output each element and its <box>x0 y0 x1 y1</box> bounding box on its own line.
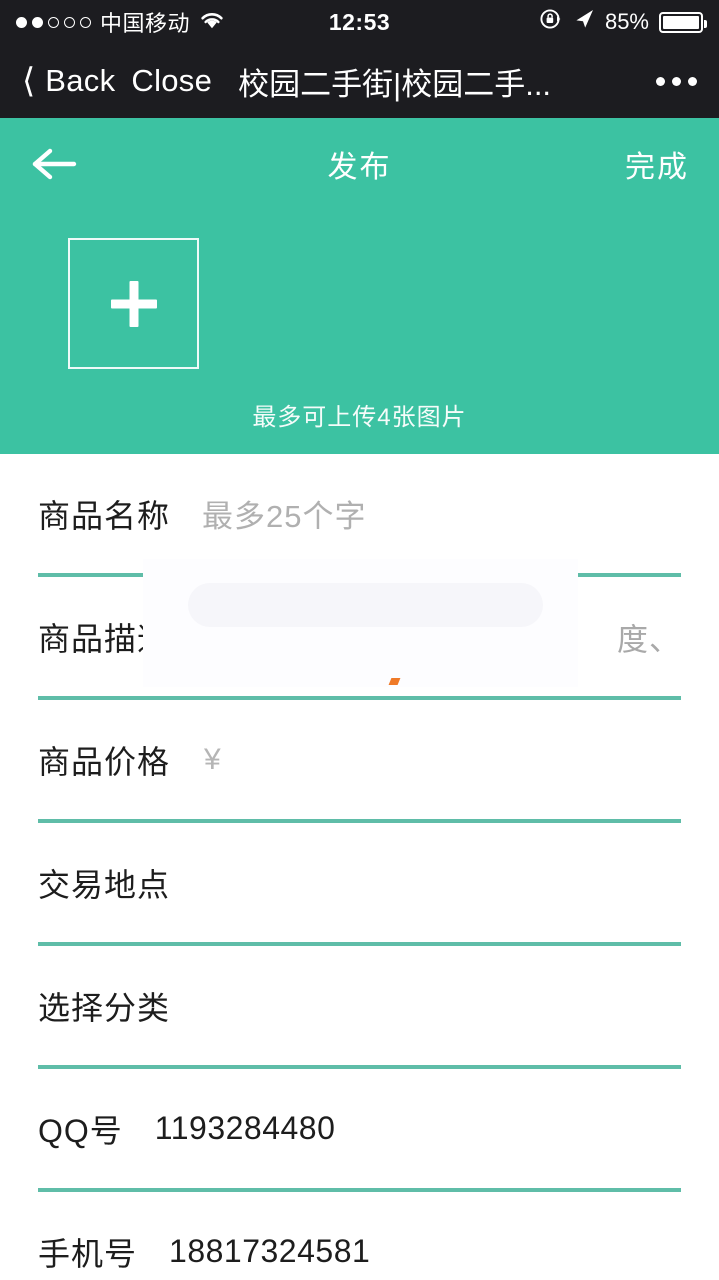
field-label-trade-location: 交易地点 <box>38 866 171 903</box>
wifi-icon <box>199 9 225 36</box>
field-label-qq-number: QQ号 <box>38 1112 123 1149</box>
browser-title-bar: ⟨ Back Close 校园二手街|校园二手... <box>0 44 719 118</box>
field-category[interactable]: 选择分类 <box>0 946 719 1065</box>
status-bar-right: 85% <box>539 7 707 37</box>
photo-upload-panel: 最多可上传4张图片 <box>0 210 719 454</box>
location-arrow-icon <box>573 8 595 36</box>
upload-hint-label: 最多可上传4张图片 <box>252 404 467 431</box>
field-product-price[interactable]: 商品价格 ¥ <box>0 700 719 819</box>
field-product-name[interactable]: 商品名称 最多25个字 <box>0 454 719 573</box>
battery-full-icon <box>659 11 707 33</box>
app-header: 发布 完成 <box>0 118 719 210</box>
status-bar: 中国移动 12:53 85% <box>0 0 719 44</box>
field-phone-number[interactable]: 手机号 18817324581 <box>0 1192 719 1280</box>
browser-nav-group: ⟨ Back Close <box>22 63 212 99</box>
field-label-product-price: 商品价格 <box>38 743 171 780</box>
app-screen: 中国移动 12:53 85% ⟨ Back Close 校园二手街|校园二手..… <box>0 0 719 1280</box>
field-trade-location[interactable]: 交易地点 <box>0 823 719 942</box>
arrow-left-icon[interactable] <box>30 147 90 181</box>
status-bar-left: 中国移动 <box>16 6 225 38</box>
publish-form: 商品名称 最多25个字 商品描述 度、 商品价格 ¥ 交易地点 选择分类 QQ号… <box>0 454 719 1280</box>
field-qq-number[interactable]: QQ号 1193284480 <box>0 1069 719 1188</box>
close-button[interactable]: Close <box>131 63 212 99</box>
page-title: 校园二手街|校园二手... <box>238 66 552 102</box>
field-product-description[interactable]: 商品描述 度、 <box>0 577 719 696</box>
carrier-label: 中国移动 <box>100 11 191 36</box>
product-description-input[interactable]: 度、 <box>617 614 681 659</box>
qq-number-input[interactable]: 1193284480 <box>155 1110 336 1147</box>
chevron-left-icon[interactable]: ⟨ <box>22 64 35 98</box>
rotation-lock-icon <box>539 7 563 37</box>
field-label-product-description: 商品描述 <box>38 620 171 657</box>
field-label-product-name: 商品名称 <box>38 497 171 534</box>
back-button[interactable]: Back <box>45 63 115 99</box>
done-button[interactable]: 完成 <box>625 142 689 186</box>
battery-percent-label: 85% <box>604 9 649 34</box>
plus-icon <box>111 281 157 327</box>
field-label-category: 选择分类 <box>38 989 171 1026</box>
currency-symbol-icon: ¥ <box>204 742 221 776</box>
phone-number-input[interactable]: 18817324581 <box>169 1233 370 1270</box>
field-product-description-wrapper: 商品描述 度、 <box>0 559 719 700</box>
add-photo-button[interactable] <box>68 238 199 369</box>
signal-strength-icon <box>16 16 91 28</box>
app-header-title: 发布 <box>327 151 392 184</box>
field-label-phone-number: 手机号 <box>38 1235 138 1272</box>
product-name-input[interactable]: 最多25个字 <box>202 491 366 536</box>
more-horizontal-icon[interactable] <box>646 76 697 86</box>
